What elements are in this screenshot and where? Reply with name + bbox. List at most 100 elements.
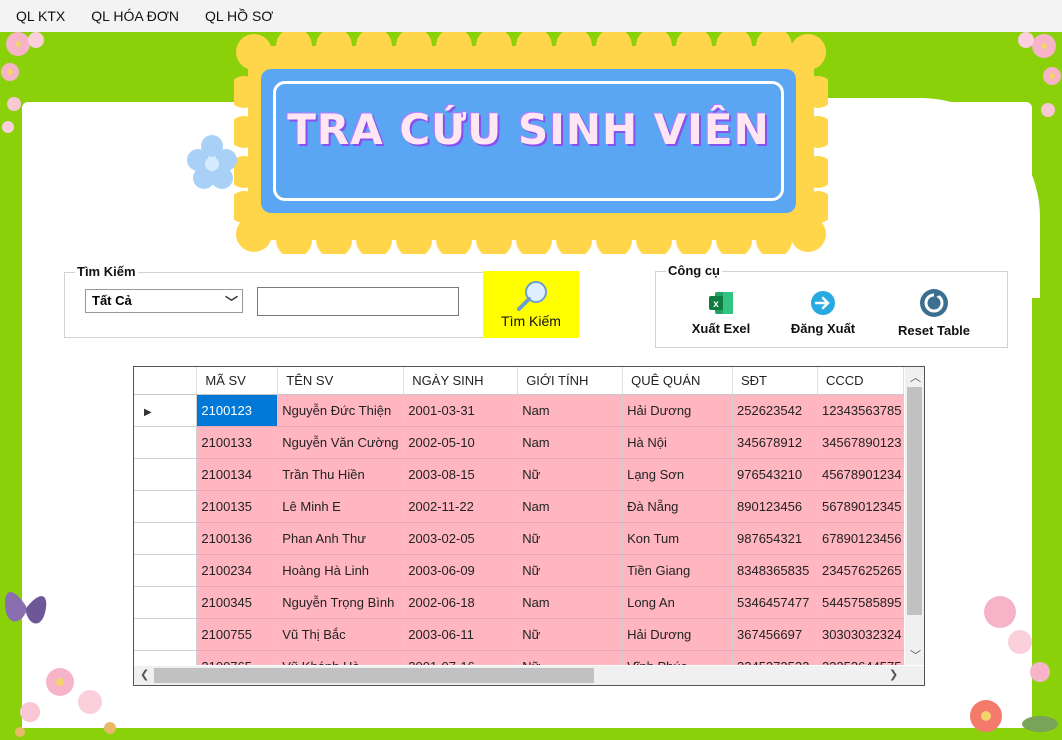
table-cell[interactable]: 45678901234 [817,458,904,491]
table-cell[interactable]: Nam [517,394,624,427]
row-header[interactable] [134,458,198,491]
column-header[interactable]: CCCD [817,367,904,395]
table-cell[interactable]: Hải Dương [622,618,733,651]
table-cell[interactable]: Nguyễn Đức Thiện [277,394,405,427]
table-cell[interactable]: 367456697 [732,618,818,651]
table-cell[interactable]: 2003-06-11 [403,618,519,651]
row-header[interactable] [134,490,198,523]
table-row[interactable]: 2100135 Lê Minh E 2002-11-22 Nam Đà Nẵng 8901… [134,490,904,523]
column-header[interactable]: GIỚI TÍNH [517,367,624,395]
column-header[interactable]: QUÊ QUÁN [622,367,733,395]
table-cell[interactable]: Nguyễn Văn Cường [277,426,405,459]
search-input[interactable] [257,287,459,316]
table-cell[interactable]: Lạng Sơn [622,458,733,491]
table-cell[interactable]: 2003-08-15 [403,458,519,491]
table-cell[interactable]: Đà Nẵng [622,490,733,523]
table-cell[interactable]: 2100134 [196,458,279,491]
table-cell[interactable]: 987654321 [732,522,818,555]
table-row[interactable]: 2100765Vũ Khánh Hà2001-07-16NữVĩnh Phúc2… [134,650,904,665]
scroll-down-icon[interactable]: ﹀ [910,647,921,663]
table-cell[interactable]: 34567890123 [817,426,904,459]
logout-button[interactable]: Đăng Xuất [782,290,864,336]
table-cell[interactable]: 252623542 [732,394,818,427]
table-cell[interactable]: 345678912 [732,426,818,459]
table-cell[interactable]: 2100765 [196,650,279,665]
row-header[interactable] [134,426,198,459]
scroll-left-icon[interactable]: ❮ [140,668,149,681]
table-cell[interactable]: 2001-07-16 [403,650,519,665]
table-cell[interactable]: Nam [517,586,624,619]
table-cell[interactable]: 2003-02-05 [403,522,519,555]
table-cell[interactable]: Nam [517,490,624,523]
table-cell[interactable]: Nam [517,426,624,459]
column-header[interactable]: NGÀY SINH [403,367,519,395]
table-cell[interactable]: Nữ [517,554,624,587]
table-cell[interactable]: 2100234 [196,554,279,587]
table-cell[interactable]: 54457585895 [817,586,904,619]
export-excel-button[interactable]: x Xuất Exel [681,290,761,336]
table-cell[interactable]: 8348365835 [732,554,818,587]
table-cell[interactable]: Nữ [517,650,624,665]
table-cell[interactable]: 2100136 [196,522,279,555]
table-cell[interactable]: Lê Minh E [277,490,405,523]
table-cell[interactable]: Trần Thu Hiền [277,458,405,491]
search-filter-select[interactable]: Tất Cả ﹀ [85,289,243,313]
column-header[interactable]: SĐT [732,367,818,395]
table-cell[interactable]: Tiền Giang [622,554,733,587]
table-cell[interactable]: Hoàng Hà Linh [277,554,405,587]
table-cell[interactable]: 976543210 [732,458,818,491]
table-cell[interactable]: Vũ Khánh Hà [277,650,405,665]
row-header[interactable] [134,618,198,651]
table-cell[interactable]: Nguyễn Trọng Bình [277,586,405,619]
table-cell[interactable]: 23457625265 [817,554,904,587]
row-header[interactable] [134,554,198,587]
menu-ql-ho-so[interactable]: QL HỒ SƠ [193,8,285,24]
table-cell[interactable]: 2100135 [196,490,279,523]
vertical-scrollbar[interactable]: ︿ ﹀ [905,367,924,665]
row-header[interactable] [134,522,198,555]
menu-ql-ktx[interactable]: QL KTX [4,8,77,24]
table-row[interactable]: 2100234 Hoàng Hà Linh 2003-06-09 Nữ Tiền Gia… [134,554,904,587]
table-cell[interactable]: Hải Dương [622,394,733,427]
table-cell[interactable]: 67890123456 [817,522,904,555]
scroll-up-icon[interactable]: ︿ [910,369,921,385]
table-cell[interactable]: 2100133 [196,426,279,459]
row-header[interactable] [134,650,198,665]
row-header[interactable] [134,586,198,619]
table-row[interactable]: 2100136 Phan Anh Thư 2003-02-05 Nữ Kon Tum 98… [134,522,904,555]
horizontal-scrollbar[interactable]: ❮ ❯ [134,666,924,685]
table-cell[interactable]: Nữ [517,618,624,651]
table-cell[interactable]: Kon Tum [622,522,733,555]
reset-table-button[interactable]: Reset Table [888,288,980,338]
table-row[interactable]: 2100755 Vũ Thị Bắc 2003-06-11 Nữ Hải Dương 36… [134,618,904,651]
table-cell[interactable]: 30303032324 [817,618,904,651]
table-row[interactable]: 2100345 Nguyễn Trọng Bình 2002-06-18 Nam Lon… [134,586,904,619]
table-cell[interactable]: 2001-03-31 [403,394,519,427]
table-cell[interactable]: Nữ [517,522,624,555]
table-cell[interactable]: 2002-05-10 [403,426,519,459]
table-cell[interactable]: 12343563785 [817,394,904,427]
table-row[interactable]: ▶ 2100123 Nguyễn Đức Thiện 2001-03-31 Nam Hải… [134,394,904,427]
table-cell[interactable]: 890123456 [732,490,818,523]
table-row[interactable]: 2100134 Trần Thu Hiền 2003-08-15 Nữ Lạng Sơn… [134,458,904,491]
table-cell[interactable]: 2003-06-09 [403,554,519,587]
vertical-scroll-thumb[interactable] [907,387,922,615]
table-cell[interactable]: 56789012345 [817,490,904,523]
table-cell[interactable]: 2100755 [196,618,279,651]
table-cell[interactable]: 5346457477 [732,586,818,619]
column-header[interactable]: MÃ SV [196,367,279,395]
table-cell[interactable]: Hà Nội [622,426,733,459]
table-cell[interactable]: Phan Anh Thư [277,522,405,555]
horizontal-scroll-thumb[interactable] [154,668,594,683]
table-cell[interactable]: 2345273522 [732,650,818,665]
table-cell[interactable]: 2100345 [196,586,279,619]
table-cell[interactable]: Vĩnh Phúc [622,650,733,665]
table-row[interactable]: 2100133 Nguyễn Văn Cường 2002-05-10 Nam Hà N… [134,426,904,459]
table-cell[interactable]: 23253644575 [817,650,904,665]
student-data-grid[interactable]: MÃ SV TÊN SV NGÀY SINH GIỚI TÍNH QUÊ QUÁ… [133,366,925,686]
column-header[interactable]: TÊN SV [277,367,405,395]
table-cell[interactable]: Long An [622,586,733,619]
scroll-right-icon[interactable]: ❯ [889,668,898,681]
table-cell[interactable]: Nữ [517,458,624,491]
table-cell[interactable]: 2100123 [196,394,279,427]
